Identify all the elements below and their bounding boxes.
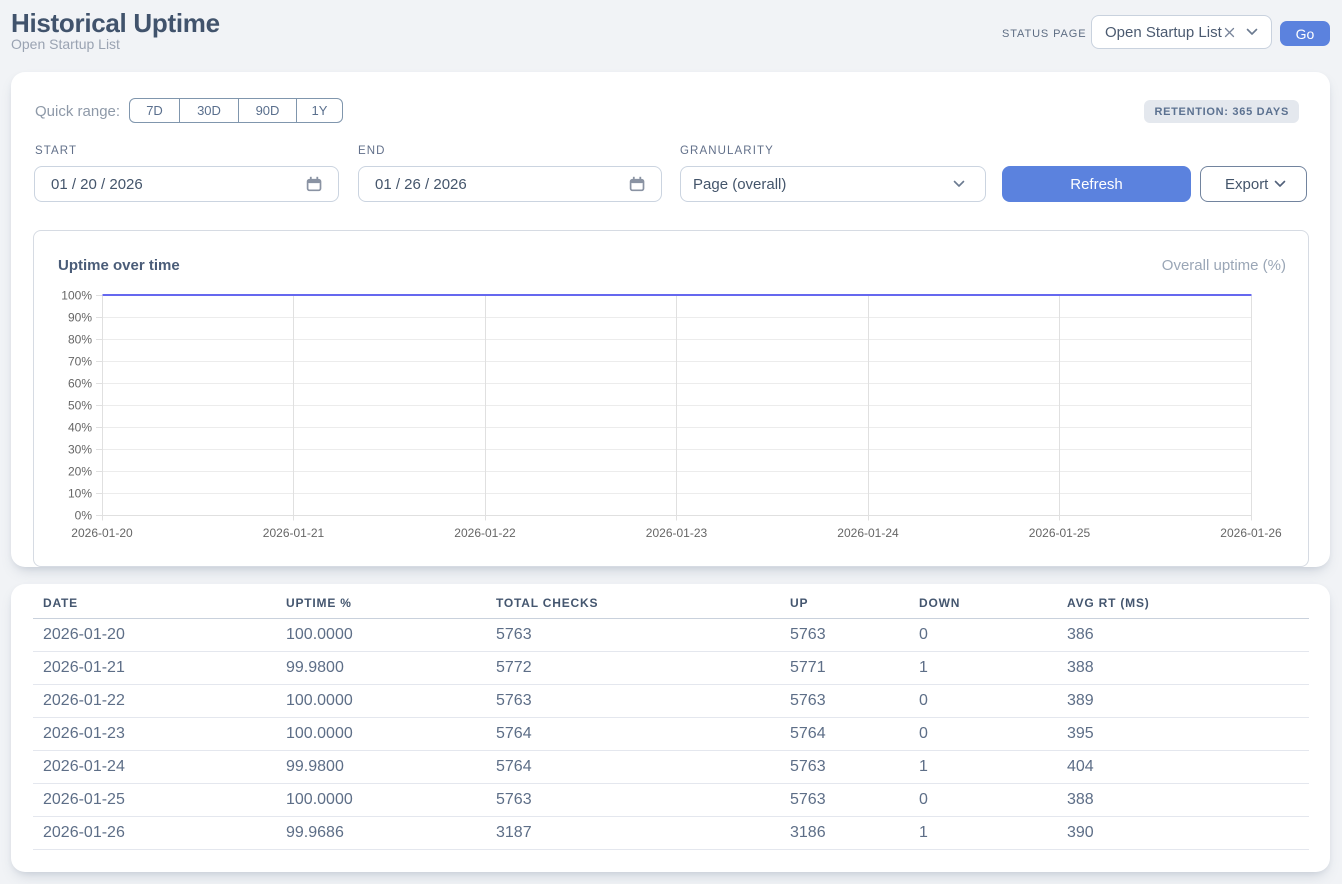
- svg-text:100%: 100%: [61, 289, 92, 303]
- svg-text:40%: 40%: [68, 421, 92, 435]
- svg-text:0%: 0%: [75, 509, 93, 523]
- svg-text:2026-01-23: 2026-01-23: [646, 526, 708, 540]
- svg-text:2026-01-20: 2026-01-20: [71, 526, 133, 540]
- svg-text:70%: 70%: [68, 355, 92, 369]
- svg-text:90%: 90%: [68, 311, 92, 325]
- svg-text:10%: 10%: [68, 487, 92, 501]
- svg-text:30%: 30%: [68, 443, 92, 457]
- svg-text:60%: 60%: [68, 377, 92, 391]
- svg-text:20%: 20%: [68, 465, 92, 479]
- svg-text:2026-01-22: 2026-01-22: [454, 526, 516, 540]
- svg-text:2026-01-26: 2026-01-26: [1220, 526, 1282, 540]
- svg-text:2026-01-25: 2026-01-25: [1029, 526, 1091, 540]
- svg-text:80%: 80%: [68, 333, 92, 347]
- svg-text:2026-01-21: 2026-01-21: [263, 526, 325, 540]
- svg-text:50%: 50%: [68, 399, 92, 413]
- svg-text:2026-01-24: 2026-01-24: [837, 526, 899, 540]
